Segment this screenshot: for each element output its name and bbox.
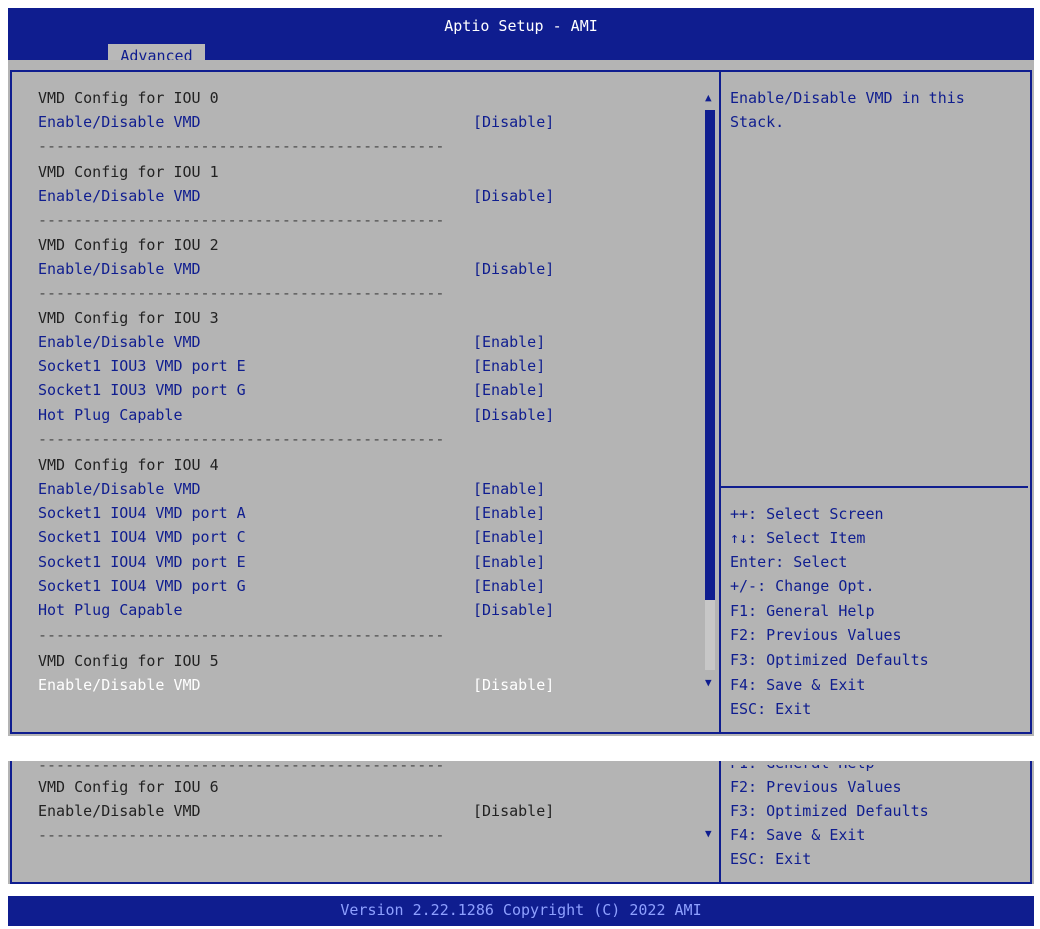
- footer-bar: Version 2.22.1286 Copyright (C) 2022 AMI: [8, 896, 1034, 926]
- iou4-port-a-option[interactable]: Socket1 IOU4 VMD port A: [38, 501, 246, 525]
- key-change: +/-: Change Opt.: [730, 577, 875, 595]
- iou4-heading: VMD Config for IOU 4: [38, 456, 219, 474]
- iou1-vmd-value[interactable]: [Disable]: [473, 184, 554, 208]
- separator: ----------------------------------------…: [38, 137, 445, 155]
- iou1-heading: VMD Config for IOU 1: [38, 163, 219, 181]
- iou3-port-e-option[interactable]: Socket1 IOU3 VMD port E: [38, 354, 246, 378]
- iou0-vmd-option[interactable]: Enable/Disable VMD: [38, 110, 201, 134]
- separator: ----------------------------------------…: [38, 626, 445, 644]
- iou4-hotplug-option[interactable]: Hot Plug Capable: [38, 598, 183, 622]
- iou4-vmd-value[interactable]: [Enable]: [473, 477, 545, 501]
- iou6-vmd-value[interactable]: [Disable]: [473, 799, 554, 823]
- separator: ----------------------------------------…: [38, 211, 445, 229]
- iou3-heading: VMD Config for IOU 3: [38, 309, 219, 327]
- iou5-vmd-value-selected[interactable]: [Disable]: [473, 673, 554, 697]
- key-esc: ESC: Exit: [730, 850, 812, 868]
- help-divider: [721, 486, 1028, 488]
- help-description: Enable/Disable VMD in this Stack.: [730, 89, 974, 131]
- iou0-vmd-value[interactable]: [Disable]: [473, 110, 554, 134]
- iou4-port-g-value[interactable]: [Enable]: [473, 574, 545, 598]
- iou3-hotplug-option[interactable]: Hot Plug Capable: [38, 403, 183, 427]
- iou3-hotplug-value[interactable]: [Disable]: [473, 403, 554, 427]
- iou4-port-c-option[interactable]: Socket1 IOU4 VMD port C: [38, 525, 246, 549]
- separator: ----------------------------------------…: [38, 756, 445, 774]
- scroll-down-icon[interactable]: ▼: [705, 827, 712, 840]
- iou6-heading: VMD Config for IOU 6: [38, 778, 219, 796]
- key-f3: F3: Optimized Defaults: [730, 802, 929, 820]
- key-f2: F2: Previous Values: [730, 626, 902, 644]
- iou1-vmd-option[interactable]: Enable/Disable VMD: [38, 184, 201, 208]
- key-select-item: ↑↓: Select Item: [730, 529, 866, 547]
- app-title: Aptio Setup - AMI: [444, 17, 598, 35]
- continuation-screen: ----------------------------------------…: [8, 756, 1034, 884]
- iou4-port-g-option[interactable]: Socket1 IOU4 VMD port G: [38, 574, 246, 598]
- key-select-screen: ++: Select Screen: [730, 505, 884, 523]
- main-screen: VMD Config for IOU 0 Enable/Disable VMD …: [8, 60, 1034, 736]
- separator: ----------------------------------------…: [38, 826, 445, 844]
- key-f4: F4: Save & Exit: [730, 676, 866, 694]
- key-f4: F4: Save & Exit: [730, 826, 866, 844]
- scroll-up-icon[interactable]: ▲: [705, 91, 712, 104]
- iou3-vmd-option[interactable]: Enable/Disable VMD: [38, 330, 201, 354]
- iou4-port-c-value[interactable]: [Enable]: [473, 525, 545, 549]
- iou2-heading: VMD Config for IOU 2: [38, 236, 219, 254]
- key-esc: ESC: Exit: [730, 700, 812, 718]
- title-bar: Aptio Setup - AMI Advanced: [8, 8, 1034, 68]
- key-enter: Enter: Select: [730, 553, 848, 571]
- separator: ----------------------------------------…: [38, 284, 445, 302]
- version-text: Version 2.22.1286 Copyright (C) 2022 AMI: [340, 901, 702, 919]
- iou3-port-e-value[interactable]: [Enable]: [473, 354, 545, 378]
- scroll-down-icon[interactable]: ▼: [705, 676, 712, 689]
- separator: ----------------------------------------…: [38, 430, 445, 448]
- iou2-vmd-value[interactable]: [Disable]: [473, 257, 554, 281]
- iou3-vmd-value[interactable]: [Enable]: [473, 330, 545, 354]
- iou2-vmd-option[interactable]: Enable/Disable VMD: [38, 257, 201, 281]
- scrollbar[interactable]: [705, 110, 715, 670]
- iou0-heading: VMD Config for IOU 0: [38, 89, 219, 107]
- iou4-port-e-option[interactable]: Socket1 IOU4 VMD port E: [38, 550, 246, 574]
- iou6-vmd-option[interactable]: Enable/Disable VMD: [38, 799, 201, 823]
- iou3-port-g-option[interactable]: Socket1 IOU3 VMD port G: [38, 378, 246, 402]
- iou4-port-a-value[interactable]: [Enable]: [473, 501, 545, 525]
- iou4-hotplug-value[interactable]: [Disable]: [473, 598, 554, 622]
- iou4-vmd-option[interactable]: Enable/Disable VMD: [38, 477, 201, 501]
- scroll-thumb[interactable]: [705, 110, 715, 600]
- iou5-heading: VMD Config for IOU 5: [38, 652, 219, 670]
- iou4-port-e-value[interactable]: [Enable]: [473, 550, 545, 574]
- key-f2: F2: Previous Values: [730, 778, 902, 796]
- iou5-vmd-option-selected[interactable]: Enable/Disable VMD: [38, 673, 201, 697]
- iou3-port-g-value[interactable]: [Enable]: [473, 378, 545, 402]
- key-f3: F3: Optimized Defaults: [730, 651, 929, 669]
- scroll-track[interactable]: [705, 600, 715, 670]
- key-f1: F1: General Help: [730, 602, 875, 620]
